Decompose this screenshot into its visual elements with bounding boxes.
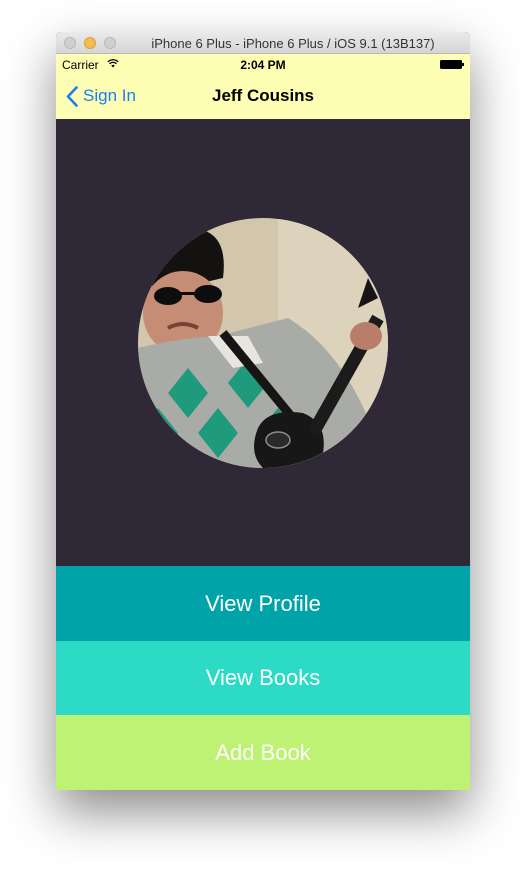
add-book-label: Add Book xyxy=(215,739,311,765)
view-books-label: View Books xyxy=(205,665,321,690)
profile-photo xyxy=(138,218,388,468)
status-bar: Carrier 2:04 PM xyxy=(56,54,470,74)
battery-icon xyxy=(440,60,464,69)
simulator-window: iPhone 6 Plus - iPhone 6 Plus / iOS 9.1 … xyxy=(56,32,470,790)
view-profile-button[interactable]: View Profile xyxy=(56,566,470,641)
window-titlebar[interactable]: iPhone 6 Plus - iPhone 6 Plus / iOS 9.1 … xyxy=(56,32,470,54)
profile-header xyxy=(56,119,470,566)
window-title: iPhone 6 Plus - iPhone 6 Plus / iOS 9.1 … xyxy=(151,36,435,51)
minimize-window-button[interactable] xyxy=(84,37,96,49)
view-profile-label: View Profile xyxy=(205,590,321,616)
page-title: Jeff Cousins xyxy=(211,86,315,105)
close-window-button[interactable] xyxy=(64,37,76,49)
view-books-button[interactable]: View Books xyxy=(56,641,470,715)
navigation-bar: Sign In Jeff Cousins xyxy=(56,74,470,119)
zoom-window-button[interactable] xyxy=(104,37,116,49)
add-book-button[interactable]: Add Book xyxy=(56,715,470,790)
status-time: 2:04 PM xyxy=(240,58,286,72)
profile-avatar[interactable] xyxy=(138,218,388,468)
